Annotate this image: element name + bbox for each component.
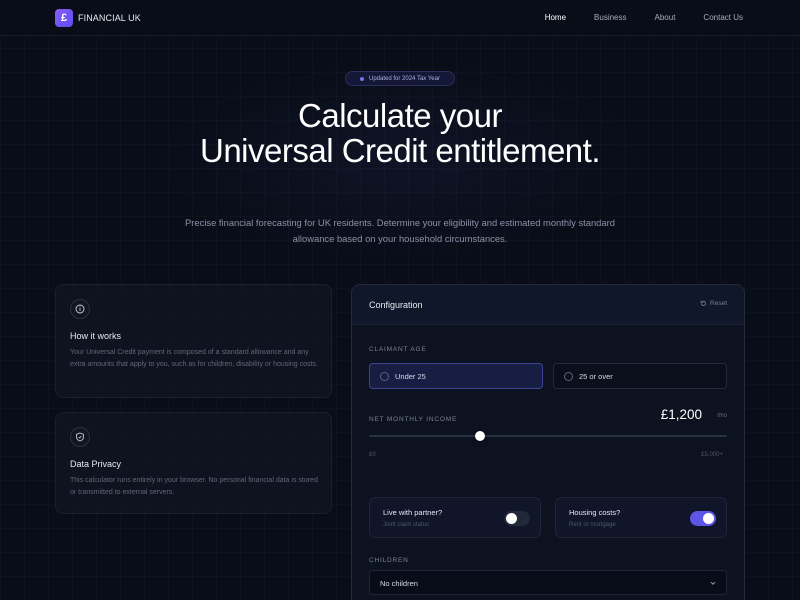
nav-link-contact[interactable]: Contact Us (703, 13, 743, 22)
brand-name: FINANCIAL UK (78, 13, 141, 23)
tax-year-badge: Updated for 2024 Tax Year (345, 71, 455, 86)
pound-logo-icon: £ (55, 9, 73, 27)
partner-toggle-card: Live with partner? Joint claim status (369, 497, 541, 538)
income-min-label: £0 (369, 452, 376, 458)
nav-link-business[interactable]: Business (594, 13, 626, 22)
children-label: CHILDREN (369, 557, 409, 564)
chevron-down-icon (710, 581, 716, 585)
slider-thumb[interactable] (474, 431, 485, 441)
data-privacy-card: Data Privacy This calculator runs entire… (55, 412, 332, 514)
income-slider[interactable] (369, 431, 727, 441)
nav-link-about[interactable]: About (655, 13, 676, 22)
toggle-title: Housing costs? (569, 508, 621, 517)
title-line-2: Universal Credit entitlement. (200, 132, 601, 169)
configuration-panel: Configuration Reset CLAIMANT AGE Under 2… (351, 284, 745, 600)
title-line-1: Calculate your (298, 97, 502, 134)
children-select[interactable]: No children (369, 570, 727, 595)
top-navigation: £ FINANCIAL UK Home Business About Conta… (0, 0, 800, 36)
children-select-value: No children (380, 579, 418, 588)
claimant-age-label: CLAIMANT AGE (369, 346, 427, 353)
option-label: Under 25 (395, 371, 426, 381)
badge-dot-icon (360, 76, 365, 81)
card-text: This calculator runs entirely in your br… (70, 477, 318, 497)
brand[interactable]: £ FINANCIAL UK (55, 9, 141, 27)
income-label: NET MONTHLY INCOME (369, 416, 458, 423)
reset-label: Reset (710, 300, 727, 307)
switch-knob (506, 513, 517, 524)
income-max-label: £5,000+ (701, 452, 723, 458)
panel-header: Configuration Reset (352, 285, 744, 325)
toggle-subtitle: Joint claim status (383, 522, 430, 528)
partner-toggle-switch[interactable] (504, 511, 530, 526)
switch-knob (703, 513, 714, 524)
toggle-title: Live with partner? (383, 508, 443, 517)
badge-text: Updated for 2024 Tax Year (369, 75, 440, 82)
income-value: £1,200 (660, 407, 702, 422)
income-unit: /mo (716, 413, 727, 419)
nav-links: Home Business About Contact Us (545, 13, 743, 22)
housing-toggle-switch[interactable] (690, 511, 716, 526)
panel-title: Configuration (369, 300, 423, 310)
age-option-under-25[interactable]: Under 25 (369, 363, 543, 389)
card-title: Data Privacy (70, 459, 122, 469)
info-icon (70, 299, 90, 319)
option-label: 25 or over (579, 371, 613, 381)
nav-link-home[interactable]: Home (545, 13, 566, 22)
page-title: Calculate your Universal Credit entitlem… (0, 98, 800, 168)
card-title: How it works (70, 331, 122, 341)
toggle-subtitle: Rent or mortgage (569, 522, 616, 528)
radio-icon (564, 371, 573, 381)
radio-icon (380, 371, 389, 381)
age-option-25-or-over[interactable]: 25 or over (553, 363, 727, 389)
slider-track (369, 435, 727, 437)
housing-toggle-card: Housing costs? Rent or mortgage (555, 497, 727, 538)
hero-subtitle: Precise financial forecasting for UK res… (185, 217, 615, 244)
shield-icon (70, 427, 90, 447)
card-text: Your Universal Credit payment is compose… (70, 349, 318, 369)
how-it-works-card: How it works Your Universal Credit payme… (55, 284, 332, 398)
reset-icon (700, 300, 707, 306)
reset-button[interactable]: Reset (700, 300, 727, 307)
